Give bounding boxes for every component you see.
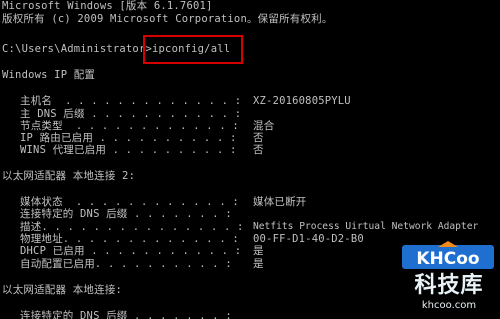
adapter-info-label: 描述. . . . . . . . . . . . . . . : xyxy=(20,221,244,233)
ip-config-label: 节点类型 . . . . . . . . . . . . : xyxy=(20,120,239,132)
khcoo-watermark: KHCoo 科技库 khcoo.com xyxy=(402,241,494,315)
windows-version-line: Microsoft Windows [版本 6.1.7601] xyxy=(2,0,213,12)
adapter-info-value: Netfits Process Uirtual Network Adapter xyxy=(253,221,479,232)
watermark-title: 科技库 xyxy=(414,273,484,298)
adapter-info-label: DHCP 已启用 . . . . . . . . . . . : xyxy=(20,245,242,257)
khcoo-logo-text: KHCoo xyxy=(416,249,479,269)
command-highlight-box xyxy=(143,35,243,64)
copyright-line: 版权所有 (c) 2009 Microsoft Corporation。保留所有… xyxy=(2,13,333,25)
adapter2-info-label: 连接特定的 DNS 后缀 . . . . . . . : xyxy=(20,310,232,319)
adapter2-title: 以太网适配器 本地连接: xyxy=(2,284,123,296)
ip-config-label: WINS 代理已启用 . . . . . . . . . : xyxy=(20,144,237,156)
adapter-info-value: 00-FF-D1-40-D2-B0 xyxy=(253,233,364,245)
command-prompt-window: Microsoft Windows [版本 6.1.7601] 版权所有 (c)… xyxy=(0,0,500,319)
windows-ip-title: Windows IP 配置 xyxy=(2,69,96,81)
adapter-title: 以太网适配器 本地连接 2: xyxy=(2,170,136,182)
ip-config-label: IP 路由已启用 . . . . . . . . . . : xyxy=(20,132,237,144)
adapter-info-label: 物理地址. . . . . . . . . . . . . : xyxy=(20,233,239,245)
adapter-info-value: 媒体已断开 xyxy=(253,196,307,208)
watermark-url: khcoo.com xyxy=(421,300,477,311)
ip-config-value: 否 xyxy=(253,132,264,144)
adapter-info-value: 是 xyxy=(253,258,264,270)
adapter-info-value: 是 xyxy=(253,245,264,257)
adapter-info-label: 连接特定的 DNS 后缀 . . . . . . . : xyxy=(20,208,232,220)
ip-config-label: 主机名 . . . . . . . . . . . . . : xyxy=(20,95,242,107)
khcoo-logo-icon: KHCoo xyxy=(402,241,494,269)
ip-config-value: 混合 xyxy=(253,120,275,132)
ip-config-label: 主 DNS 后缀 . . . . . . . . . . . : xyxy=(20,108,242,120)
adapter-info-label: 媒体状态 . . . . . . . . . . . . : xyxy=(20,196,239,208)
ip-config-value: 否 xyxy=(253,144,264,156)
prompt-path: C:\Users\Administrator> xyxy=(2,43,152,55)
ip-config-value: XZ-20160805PYLU xyxy=(253,95,351,107)
adapter-info-label: 自动配置已启用. . . . . . . . . . : xyxy=(20,258,232,270)
